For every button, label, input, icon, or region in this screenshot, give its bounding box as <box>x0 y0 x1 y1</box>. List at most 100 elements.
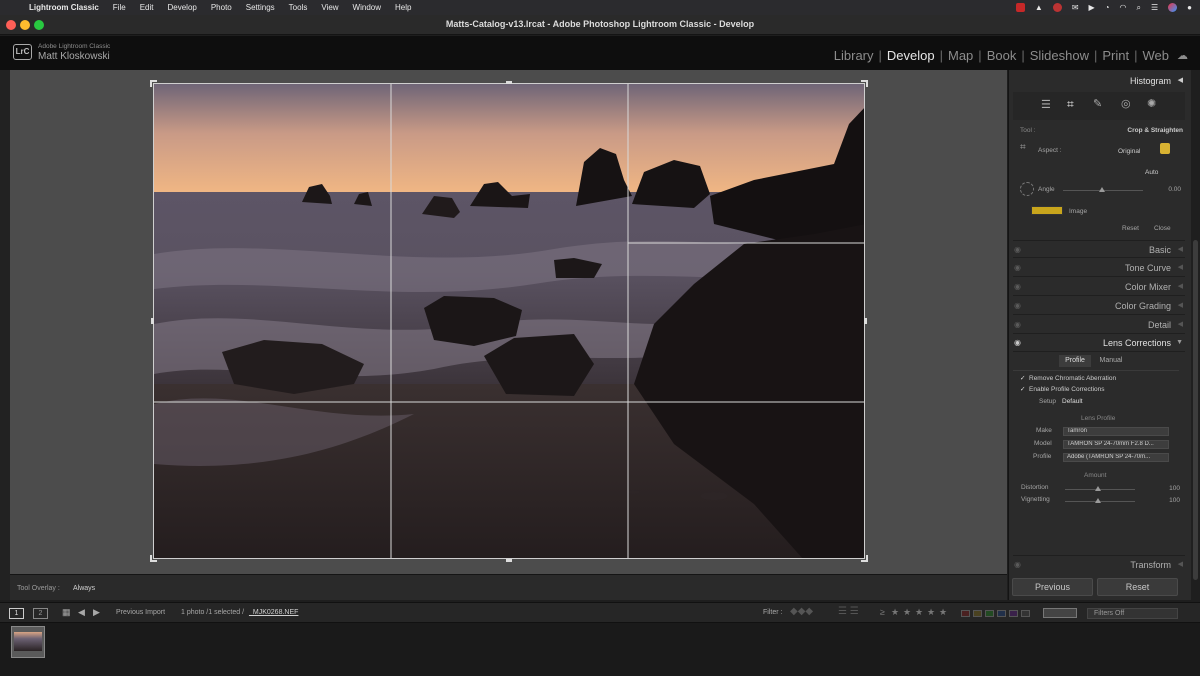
filmstrip-thumbnail[interactable] <box>11 626 45 658</box>
menu-photo[interactable]: Photo <box>211 3 232 12</box>
back-arrow-icon[interactable]: ◀ <box>78 607 85 618</box>
menu-settings[interactable]: Settings <box>246 3 275 12</box>
app-status-icon[interactable] <box>1052 3 1062 12</box>
flag-filter-icons[interactable]: ◆◆◆ <box>790 606 813 617</box>
left-panel-collapsed[interactable] <box>0 70 10 600</box>
panel-color-mixer[interactable]: ◉ Color Mixer ◀ <box>1013 278 1185 296</box>
menu-file[interactable]: File <box>113 3 126 12</box>
warning-icon[interactable]: ▲ <box>1035 3 1043 12</box>
panel-tone-curve[interactable]: ◉ Tone Curve ◀ <box>1013 259 1185 277</box>
color-label-green-icon[interactable] <box>985 610 994 617</box>
crop-handle-top-right[interactable] <box>861 80 868 87</box>
lens-collapse-icon[interactable]: ▼ <box>1176 334 1183 352</box>
module-print[interactable]: Print <box>1102 48 1129 63</box>
histogram-collapse-icon[interactable]: ◀ <box>1178 72 1183 90</box>
straighten-tool-icon[interactable] <box>1020 182 1034 196</box>
healing-icon[interactable]: ✎ <box>1093 97 1102 110</box>
menu-window[interactable]: Window <box>353 3 381 12</box>
color-label-none-icon[interactable] <box>1021 610 1030 617</box>
menu-develop[interactable]: Develop <box>167 3 196 12</box>
module-book[interactable]: Book <box>987 48 1017 63</box>
basic-expand-icon[interactable]: ◀ <box>1178 241 1183 259</box>
menu-app-name[interactable]: Lightroom Classic <box>29 3 99 12</box>
star-1-icon[interactable]: ★ <box>891 607 899 618</box>
transform-visibility-icon[interactable]: ◉ <box>1014 556 1021 574</box>
filters-off-select[interactable]: Filters Off <box>1087 608 1178 619</box>
crop-handle-top[interactable] <box>506 81 512 84</box>
color-grading-visibility-icon[interactable]: ◉ <box>1014 297 1021 315</box>
source-label[interactable]: Previous Import <box>116 609 165 616</box>
scrollbar-thumb[interactable] <box>1193 240 1198 580</box>
panel-color-grading[interactable]: ◉ Color Grading ◀ <box>1013 297 1185 315</box>
crop-handle-top-left[interactable] <box>150 80 157 87</box>
crop-handle-bottom-left[interactable] <box>150 555 157 562</box>
color-label-purple-icon[interactable] <box>1009 610 1018 617</box>
previous-button[interactable]: Previous <box>1012 578 1093 596</box>
menu-help[interactable]: Help <box>395 3 411 12</box>
module-library[interactable]: Library <box>834 48 874 63</box>
crop-frame-icon[interactable]: ⌗ <box>1020 142 1026 153</box>
panel-basic[interactable]: ◉ Basic ◀ <box>1013 240 1185 258</box>
menu-tools[interactable]: Tools <box>289 3 308 12</box>
vignetting-slider-knob[interactable] <box>1095 498 1101 503</box>
user-icon[interactable]: ● <box>1187 3 1192 12</box>
search-icon[interactable]: ⌕ <box>1137 3 1141 13</box>
remove-ca-checkbox[interactable]: ✓ <box>1020 374 1025 382</box>
tone-curve-visibility-icon[interactable]: ◉ <box>1014 259 1021 277</box>
setup-select[interactable]: Default <box>1062 398 1083 405</box>
crop-reset-button[interactable]: Reset <box>1122 225 1139 232</box>
module-slideshow[interactable]: Slideshow <box>1030 48 1089 63</box>
color-label-blue-icon[interactable] <box>997 610 1006 617</box>
angle-slider-knob[interactable] <box>1099 187 1105 192</box>
crop-handle-left[interactable] <box>151 318 154 324</box>
module-develop[interactable]: Develop <box>887 48 935 63</box>
color-grading-expand-icon[interactable]: ◀ <box>1178 297 1183 315</box>
siri-icon[interactable] <box>1168 3 1178 12</box>
star-2-icon[interactable]: ★ <box>903 607 911 618</box>
crop-close-button[interactable]: Close <box>1154 225 1171 232</box>
forward-arrow-icon[interactable]: ▶ <box>93 607 100 618</box>
crop-handle-right[interactable] <box>864 318 867 324</box>
tool-overlay-select[interactable]: Always <box>73 585 95 592</box>
profile-select[interactable]: Adobe (TAMRON SP 24-70m... <box>1063 453 1169 462</box>
module-map[interactable]: Map <box>948 48 973 63</box>
angle-value[interactable]: 0.00 <box>1168 186 1181 193</box>
menu-edit[interactable]: Edit <box>140 3 154 12</box>
cloud-icon[interactable]: ☁ <box>1177 49 1188 62</box>
menu-view[interactable]: View <box>321 3 338 12</box>
distortion-value[interactable]: 100 <box>1169 485 1180 492</box>
red-eye-icon[interactable]: ◎ <box>1121 97 1131 110</box>
tab-profile[interactable]: Profile <box>1059 355 1091 367</box>
window-1-button[interactable]: 1 <box>9 608 24 619</box>
vignetting-value[interactable]: 100 <box>1169 497 1180 504</box>
edit-filter-icons[interactable]: ☰ ☰ <box>838 606 859 617</box>
tab-manual[interactable]: Manual <box>1093 355 1129 367</box>
panel-lens-corrections[interactable]: ◉ Lens Corrections ▼ <box>1013 334 1185 352</box>
panel-detail[interactable]: ◉ Detail ◀ <box>1013 316 1185 334</box>
color-mixer-expand-icon[interactable]: ◀ <box>1178 278 1183 296</box>
color-mixer-visibility-icon[interactable]: ◉ <box>1014 278 1021 296</box>
panel-transform[interactable]: ◉ Transform ◀ <box>1013 555 1185 573</box>
module-web[interactable]: Web <box>1143 48 1170 63</box>
filename-label[interactable]: _MJK0268.NEF <box>249 609 298 616</box>
right-panel-scrollbar[interactable] <box>1191 70 1200 600</box>
lock-icon[interactable] <box>1160 143 1170 154</box>
lens-visibility-icon[interactable]: ◉ <box>1014 334 1021 352</box>
crop-tool-icon[interactable]: ⌗ <box>1067 97 1074 112</box>
mail-icon[interactable]: ✉ <box>1072 3 1079 12</box>
detail-visibility-icon[interactable]: ◉ <box>1014 316 1021 334</box>
tone-curve-expand-icon[interactable]: ◀ <box>1178 259 1183 277</box>
wifi-icon[interactable]: ◠ <box>1120 3 1127 12</box>
kind-filter-icons[interactable] <box>1043 608 1077 618</box>
star-5-icon[interactable]: ★ <box>939 607 947 618</box>
make-select[interactable]: Tamron <box>1063 427 1169 436</box>
enable-profile-checkbox[interactable]: ✓ <box>1020 385 1025 393</box>
panel-histogram[interactable]: Histogram ◀ <box>1013 72 1185 90</box>
masking-icon[interactable]: ✺ <box>1147 97 1156 110</box>
model-select[interactable]: TAMRON SP 24-70mm F2.8 D... <box>1063 440 1169 449</box>
photo-preview[interactable] <box>153 83 865 559</box>
edit-sliders-icon[interactable]: ☰ <box>1041 98 1051 111</box>
crop-handle-bottom[interactable] <box>506 559 512 562</box>
star-3-icon[interactable]: ★ <box>915 607 923 618</box>
distortion-slider-knob[interactable] <box>1095 486 1101 491</box>
